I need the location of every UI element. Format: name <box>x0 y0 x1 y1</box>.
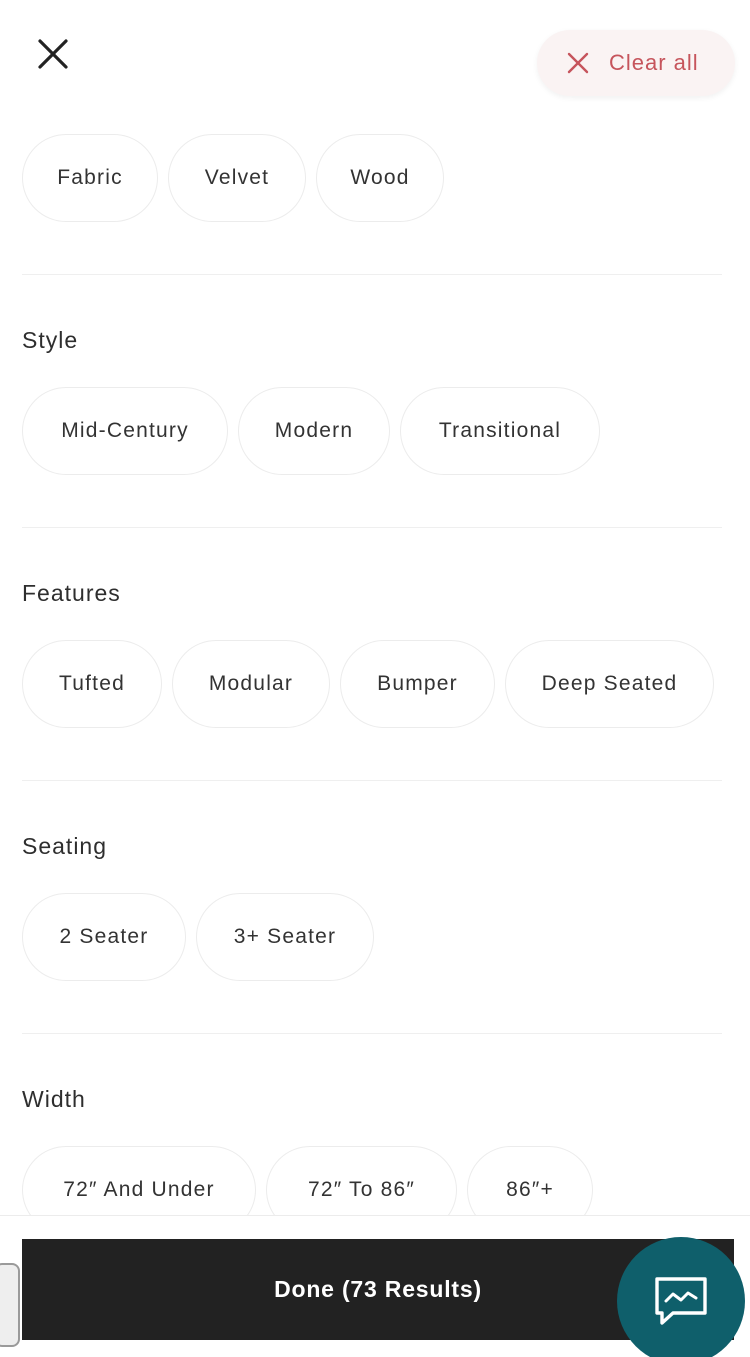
section-title-width: Width <box>22 1086 86 1112</box>
chip-3-plus-seater[interactable]: 3+ Seater <box>196 893 374 981</box>
clear-all-label: Clear all <box>609 50 699 75</box>
chip-modular[interactable]: Modular <box>172 640 330 728</box>
section-divider <box>22 1033 722 1034</box>
seating-options: 2 Seater 3+ Seater <box>22 893 384 981</box>
chip-fabric[interactable]: Fabric <box>22 134 158 222</box>
material-options: Fabric Velvet Wood <box>22 134 454 222</box>
close-button[interactable] <box>28 30 78 78</box>
section-title-seating: Seating <box>22 833 108 859</box>
section-divider <box>22 780 722 781</box>
section-title-features: Features <box>22 580 121 606</box>
chat-button[interactable] <box>617 1237 745 1357</box>
close-icon <box>38 39 68 69</box>
clear-all-button[interactable]: Clear all <box>537 30 735 96</box>
chip-mid-century[interactable]: Mid-Century <box>22 387 228 475</box>
chip-bumper[interactable]: Bumper <box>340 640 495 728</box>
style-options: Mid-Century Modern Transitional <box>22 387 610 475</box>
chip-2-seater[interactable]: 2 Seater <box>22 893 186 981</box>
chip-deep-seated[interactable]: Deep Seated <box>505 640 714 728</box>
features-options: Tufted Modular Bumper Deep Seated <box>22 640 724 728</box>
side-handle[interactable] <box>0 1263 20 1347</box>
chip-velvet[interactable]: Velvet <box>168 134 306 222</box>
chip-wood[interactable]: Wood <box>316 134 444 222</box>
chip-modern[interactable]: Modern <box>238 387 390 475</box>
chip-transitional[interactable]: Transitional <box>400 387 600 475</box>
chat-icon <box>655 1277 707 1325</box>
chip-tufted[interactable]: Tufted <box>22 640 162 728</box>
close-icon <box>567 52 589 74</box>
section-divider <box>22 274 722 275</box>
section-divider <box>22 527 722 528</box>
section-title-style: Style <box>22 327 79 353</box>
